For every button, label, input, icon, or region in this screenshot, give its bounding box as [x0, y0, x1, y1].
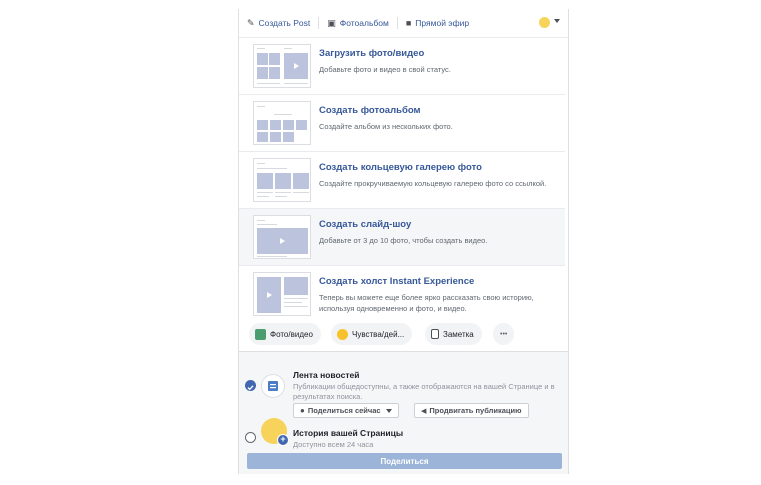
story-title: История вашей Страницы	[293, 428, 404, 438]
option-desc: Создайте альбом из нескольких фото.	[319, 122, 453, 131]
photo-album-label: Фотоальбом	[339, 18, 389, 28]
album-thumbnail-icon	[253, 101, 311, 145]
option-create-instant-experience[interactable]: Создать холст Instant Experience Теперь …	[239, 266, 565, 322]
story-radio[interactable]	[245, 432, 256, 443]
story-desc: Доступно всем 24 часа	[293, 440, 374, 449]
composer-topbar: ✎ Создать Post ▣ Фотоальбом ■ Прямой эфи…	[239, 9, 568, 38]
option-desc: Добавьте фото и видео в свой статус.	[319, 65, 451, 74]
checkmark-icon	[247, 385, 254, 391]
video-camera-icon: ■	[405, 18, 412, 28]
share-destinations: Лента новостей Публикации общедоступны, …	[239, 351, 568, 474]
album-icon: ▣	[327, 17, 336, 28]
chevron-down-icon	[385, 408, 392, 413]
megaphone-icon: ◀	[421, 407, 427, 415]
news-feed-icon	[261, 374, 285, 398]
share-button[interactable]: Поделиться	[247, 453, 562, 469]
composer-panel: ✎ Создать Post ▣ Фотоальбом ■ Прямой эфи…	[238, 9, 569, 474]
slideshow-thumbnail-icon	[253, 215, 311, 259]
feed-radio[interactable]	[245, 380, 256, 391]
live-tab[interactable]: ■ Прямой эфир	[406, 18, 469, 28]
smiley-icon	[337, 328, 348, 340]
composer-attachments: Фото/видео Чувства/дей... Заметка •••	[239, 323, 568, 345]
option-create-slideshow[interactable]: Создать слайд-шоу Добавьте от 3 до 10 фо…	[239, 209, 565, 266]
feelings-chip[interactable]: Чувства/дей...	[331, 323, 413, 345]
create-post-label: Создать Post	[258, 18, 311, 28]
chevron-down-icon[interactable]	[554, 19, 560, 23]
more-icon: •••	[500, 330, 508, 338]
option-title: Создать слайд-шоу	[319, 219, 412, 230]
option-upload-photo-video[interactable]: Загрузить фото/видео Добавьте фото и вид…	[239, 38, 565, 95]
feed-title: Лента новостей	[293, 370, 360, 380]
share-now-dropdown[interactable]: ● Поделиться сейчас	[293, 403, 399, 418]
create-post-tab[interactable]: ✎ Создать Post	[247, 18, 310, 29]
option-desc: Добавьте от 3 до 10 фото, чтобы создать …	[319, 236, 488, 245]
photo-icon	[255, 328, 266, 340]
option-create-album[interactable]: Создать фотоальбом Создайте альбом из не…	[239, 95, 565, 152]
option-desc: Теперь вы можете еще более ярко рассказа…	[319, 293, 534, 313]
option-title: Загрузить фото/видео	[319, 48, 425, 59]
note-icon	[431, 329, 439, 339]
option-create-carousel[interactable]: Создать кольцевую галерею фото Создайте …	[239, 152, 565, 209]
note-label: Заметка	[443, 329, 474, 339]
divider	[396, 17, 398, 29]
upload-thumbnail-icon	[253, 44, 311, 88]
option-title: Создать кольцевую галерею фото	[319, 162, 482, 173]
photo-video-label: Фото/видео	[270, 329, 313, 339]
live-label: Прямой эфир	[415, 18, 470, 28]
option-desc: Создайте прокручиваемую кольцевую галере…	[319, 179, 547, 188]
divider	[318, 17, 320, 29]
pencil-icon: ✎	[247, 17, 255, 28]
option-title: Создать холст Instant Experience	[319, 276, 475, 287]
clock-icon: ●	[300, 406, 305, 415]
carousel-thumbnail-icon	[253, 158, 311, 202]
promote-post-button[interactable]: ◀ Продвигать публикацию	[414, 403, 529, 418]
feelings-label: Чувства/дей...	[352, 329, 405, 339]
share-now-label: Поделиться сейчас	[307, 406, 381, 415]
photo-album-tab[interactable]: ▣ Фотоальбом	[327, 18, 389, 29]
feed-desc: Публикации общедоступны, а также отображ…	[293, 382, 555, 401]
instant-experience-thumbnail-icon	[253, 272, 311, 316]
plus-icon: +	[277, 434, 289, 446]
note-chip[interactable]: Заметка	[425, 323, 482, 345]
option-title: Создать фотоальбом	[319, 105, 421, 116]
page-avatar[interactable]	[539, 17, 550, 28]
more-chip[interactable]: •••	[493, 323, 515, 345]
promote-label: Продвигать публикацию	[429, 406, 522, 415]
photo-video-chip[interactable]: Фото/видео	[249, 323, 321, 345]
